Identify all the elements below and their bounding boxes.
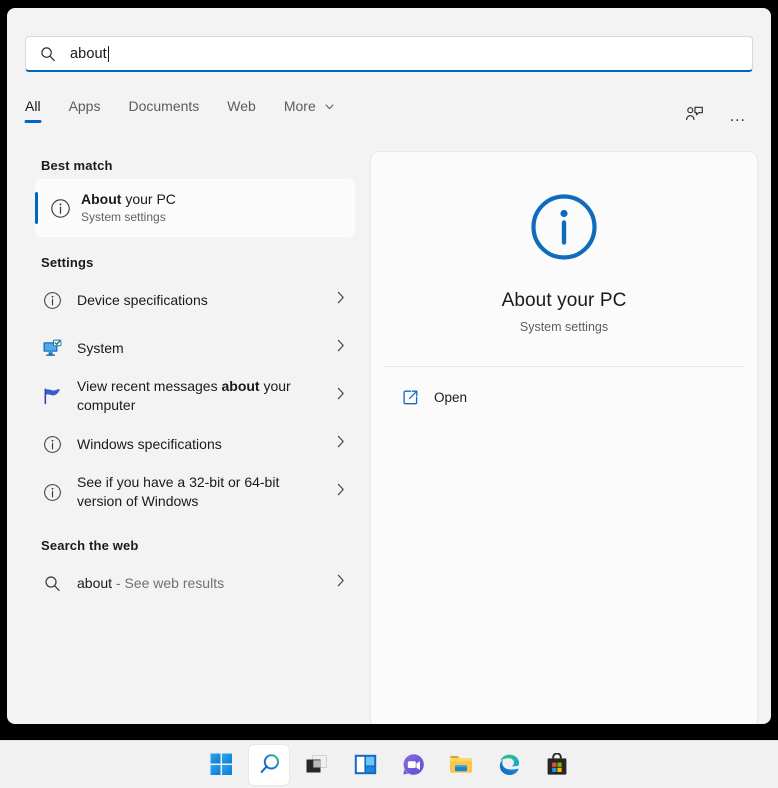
- results-list: Best match About your PC System settings…: [7, 146, 365, 724]
- tab-all-label: All: [25, 98, 41, 114]
- search-query-text: about: [70, 45, 107, 62]
- preview-panel: About your PC System settings Open: [371, 152, 757, 724]
- list-item-device-specifications[interactable]: Device specifications: [35, 276, 355, 324]
- search-icon: [40, 46, 56, 62]
- best-match-title: About your PC: [81, 191, 176, 208]
- chevron-right-icon: [337, 435, 345, 453]
- info-circle-icon: [35, 483, 69, 502]
- list-item-label: Device specifications: [77, 291, 208, 308]
- chat-icon[interactable]: [393, 745, 433, 785]
- filter-tabs: All Apps Documents Web More: [24, 96, 753, 136]
- edge-icon[interactable]: [489, 745, 529, 785]
- file-explorer-icon[interactable]: [441, 745, 481, 785]
- section-header-best-match: Best match: [41, 158, 113, 173]
- taskbar: [0, 740, 778, 788]
- tab-more[interactable]: More: [284, 96, 334, 124]
- list-item-label: See if you have a 32-bit or 64-bit versi…: [77, 474, 280, 509]
- header-actions: …: [679, 100, 753, 130]
- list-item-32-or-64-bit[interactable]: See if you have a 32-bit or 64-bit versi…: [35, 468, 355, 516]
- search-window: about All Apps Documents Web More … Best…: [7, 8, 771, 724]
- text-caret: [107, 45, 109, 62]
- list-item-label: System: [77, 339, 124, 356]
- tab-apps-label: Apps: [68, 98, 101, 114]
- search-input-value: about: [70, 45, 109, 62]
- feedback-icon[interactable]: [679, 100, 709, 130]
- taskbar-items: [201, 744, 577, 785]
- best-match-text: About your PC System settings: [81, 191, 176, 225]
- tab-more-label: More: [283, 98, 316, 114]
- info-circle-icon: [43, 198, 77, 219]
- widgets-icon[interactable]: [345, 745, 385, 785]
- tab-web[interactable]: Web: [227, 96, 256, 124]
- list-item-label-pre: View recent messages: [77, 378, 222, 394]
- tab-apps[interactable]: Apps: [69, 96, 101, 124]
- list-item-system[interactable]: System: [35, 324, 355, 372]
- store-icon[interactable]: [537, 745, 577, 785]
- chevron-right-icon: [337, 483, 345, 501]
- start-icon[interactable]: [201, 745, 241, 785]
- best-match-result[interactable]: About your PC System settings: [35, 179, 355, 237]
- best-match-title-rest: your PC: [121, 191, 176, 207]
- list-item-view-recent-messages[interactable]: View recent messages about your computer: [35, 372, 355, 420]
- info-circle-icon: [35, 291, 69, 310]
- chevron-right-icon: [337, 574, 345, 592]
- tab-documents[interactable]: Documents: [128, 96, 199, 124]
- open-button[interactable]: Open: [397, 381, 757, 413]
- preview-divider: [385, 366, 743, 367]
- best-match-subtitle: System settings: [81, 210, 166, 224]
- more-options-icon[interactable]: …: [723, 100, 753, 130]
- more-options-label: …: [728, 105, 748, 125]
- system-display-icon: [35, 338, 69, 359]
- chevron-down-icon: [325, 102, 334, 113]
- best-match-title-bold: About: [81, 191, 122, 207]
- external-link-icon: [397, 389, 423, 406]
- tab-web-label: Web: [227, 98, 256, 114]
- section-header-settings: Settings: [41, 255, 94, 270]
- web-search-query: about: [77, 574, 113, 591]
- info-circle-icon: [519, 182, 609, 272]
- chevron-right-icon: [337, 291, 345, 309]
- list-item-web-search[interactable]: about - See web results: [35, 559, 355, 607]
- web-search-suffix: - See web results: [112, 574, 225, 591]
- selection-accent-bar: [35, 192, 38, 224]
- tab-documents-label: Documents: [128, 98, 200, 114]
- preview-title: About your PC: [501, 290, 627, 311]
- list-item-label: Windows specifications: [77, 435, 222, 452]
- task-view-icon[interactable]: [297, 745, 337, 785]
- section-header-search-the-web: Search the web: [41, 538, 139, 553]
- list-item-windows-specifications[interactable]: Windows specifications: [35, 420, 355, 468]
- list-item-label: about - See web results: [77, 574, 224, 593]
- chevron-right-icon: [337, 339, 345, 357]
- flag-icon: [35, 386, 69, 407]
- list-item-label: View recent messages about your computer: [77, 377, 295, 415]
- tab-active-indicator: [24, 120, 42, 123]
- chevron-right-icon: [337, 387, 345, 405]
- list-item-label-bold: about: [221, 378, 260, 394]
- tab-all[interactable]: All: [24, 96, 42, 124]
- search-icon: [35, 575, 69, 592]
- info-circle-icon: [35, 435, 69, 454]
- open-button-label: Open: [434, 389, 468, 405]
- search-icon[interactable]: [249, 744, 289, 785]
- search-input[interactable]: about: [25, 36, 753, 72]
- preview-subtitle: System settings: [519, 320, 609, 334]
